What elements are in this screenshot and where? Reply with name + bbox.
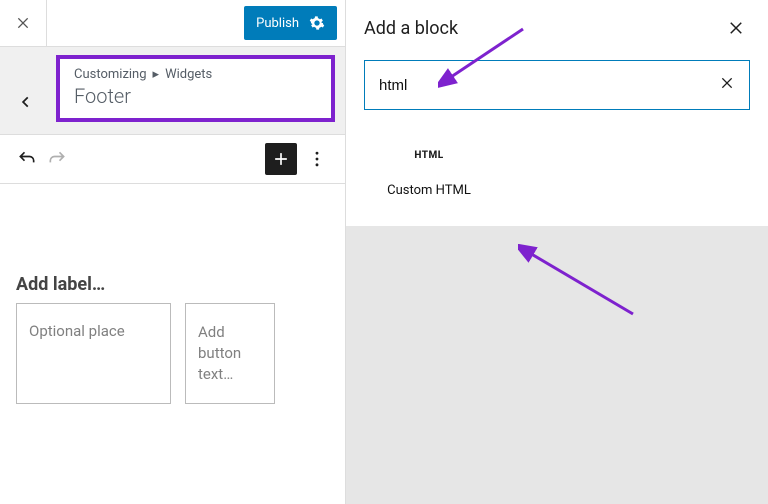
undo-icon bbox=[17, 149, 37, 169]
plus-icon bbox=[271, 149, 291, 169]
block-result-label: Custom HTML bbox=[387, 183, 471, 198]
breadcrumb: Customizing ▸ Widgets Footer bbox=[56, 55, 335, 122]
close-button[interactable] bbox=[0, 0, 47, 47]
breadcrumb-separator-icon: ▸ bbox=[153, 67, 160, 82]
block-result-custom-html[interactable]: HTML Custom HTML bbox=[364, 140, 494, 212]
more-options-button[interactable] bbox=[301, 143, 333, 175]
redo-icon bbox=[47, 149, 67, 169]
close-icon bbox=[15, 15, 31, 31]
widget-editor: Add label… Optional place Add button tex… bbox=[0, 184, 345, 504]
redo-button[interactable] bbox=[42, 144, 72, 174]
breadcrumb-level2: Widgets bbox=[165, 67, 212, 82]
clear-search-button[interactable] bbox=[719, 75, 735, 95]
publish-label: Publish bbox=[256, 16, 299, 31]
publish-button[interactable]: Publish bbox=[244, 6, 337, 40]
gear-icon bbox=[309, 15, 325, 31]
close-icon bbox=[719, 75, 735, 91]
close-inserter-button[interactable] bbox=[722, 14, 750, 42]
search-placeholder-field[interactable]: Optional place bbox=[16, 303, 171, 404]
block-inserter-header: Add a block bbox=[346, 0, 768, 56]
back-button[interactable] bbox=[14, 90, 38, 114]
breadcrumb-level1: Customizing bbox=[74, 67, 147, 82]
block-search-input[interactable] bbox=[379, 77, 719, 94]
search-block-label: Add label… bbox=[16, 274, 329, 295]
block-inserter-title: Add a block bbox=[364, 18, 458, 39]
chevron-left-icon bbox=[19, 95, 33, 109]
undo-button[interactable] bbox=[12, 144, 42, 174]
editor-toolbar bbox=[0, 134, 345, 184]
dots-vertical-icon bbox=[307, 149, 327, 169]
page-title: Footer bbox=[74, 84, 317, 108]
close-icon bbox=[727, 19, 745, 37]
block-search-box[interactable] bbox=[364, 60, 750, 110]
add-block-button[interactable] bbox=[265, 143, 297, 175]
inserter-empty-area bbox=[346, 226, 768, 504]
search-button-text-field[interactable]: Add button text… bbox=[185, 303, 275, 404]
html-icon: HTML bbox=[414, 150, 443, 161]
customizer-topbar: Publish bbox=[0, 0, 345, 47]
block-results: HTML Custom HTML bbox=[346, 110, 768, 212]
